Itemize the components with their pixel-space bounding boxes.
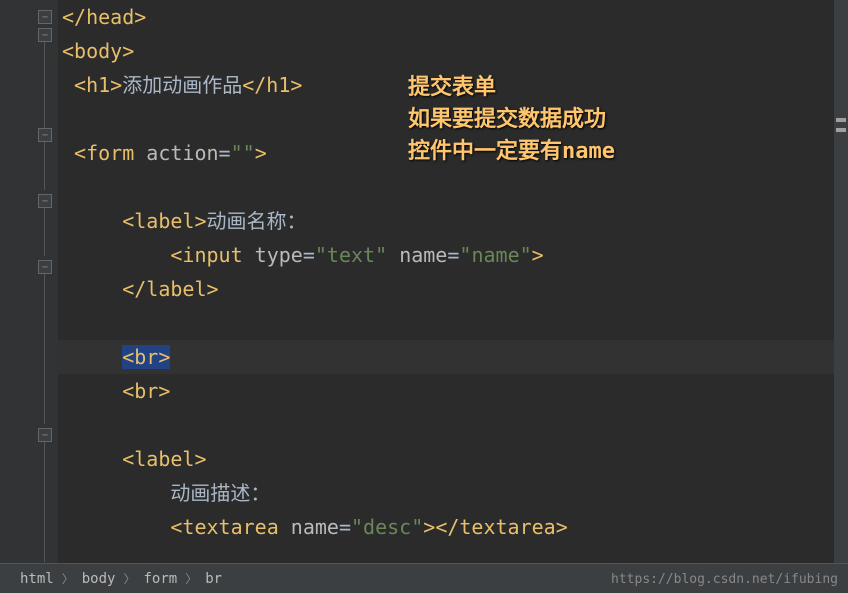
code-line: <br> [58,374,848,408]
code-line: </head> [58,0,848,34]
code-line [58,306,848,340]
chevron-right-icon: 〉 [62,570,74,587]
breadcrumb-item[interactable]: html [12,571,62,587]
code-line: <label>动画名称： [58,204,848,238]
chevron-right-icon: 〉 [123,570,135,587]
fold-marker[interactable]: − [38,28,52,42]
code-line: <label> [58,442,848,476]
fold-marker[interactable]: − [38,260,52,274]
breadcrumb-item[interactable]: br [197,571,230,587]
code-line: <textarea name="desc"></textarea> [58,510,848,544]
code-line: 动画描述： [58,476,848,510]
scrollbar[interactable] [834,0,848,563]
code-line: <input type="text" name="name"> [58,238,848,272]
breadcrumb-item[interactable]: body [74,571,124,587]
code-line: </label> [58,272,848,306]
code-line-highlighted: <br> [58,340,848,374]
fold-marker[interactable]: − [38,128,52,142]
fold-marker[interactable]: − [38,194,52,208]
gutter: − − − − − − [0,0,58,563]
code-editor[interactable]: − − − − − − </head> <body> <h1>添加动画作品</h… [0,0,848,563]
annotation-overlay: 提交表单 如果要提交数据成功 控件中一定要有name [408,72,615,168]
watermark: https://blog.csdn.net/ifubing [611,572,838,587]
code-line: <body> [58,34,848,68]
breadcrumb: html 〉 body 〉 form 〉 br https://blog.csd… [0,563,848,593]
chevron-right-icon: 〉 [185,570,197,587]
fold-marker[interactable]: − [38,428,52,442]
code-area[interactable]: </head> <body> <h1>添加动画作品</h1> <form act… [58,0,848,563]
fold-marker[interactable]: − [38,10,52,24]
breadcrumb-item[interactable]: form [135,571,185,587]
code-line [58,170,848,204]
code-line [58,408,848,442]
